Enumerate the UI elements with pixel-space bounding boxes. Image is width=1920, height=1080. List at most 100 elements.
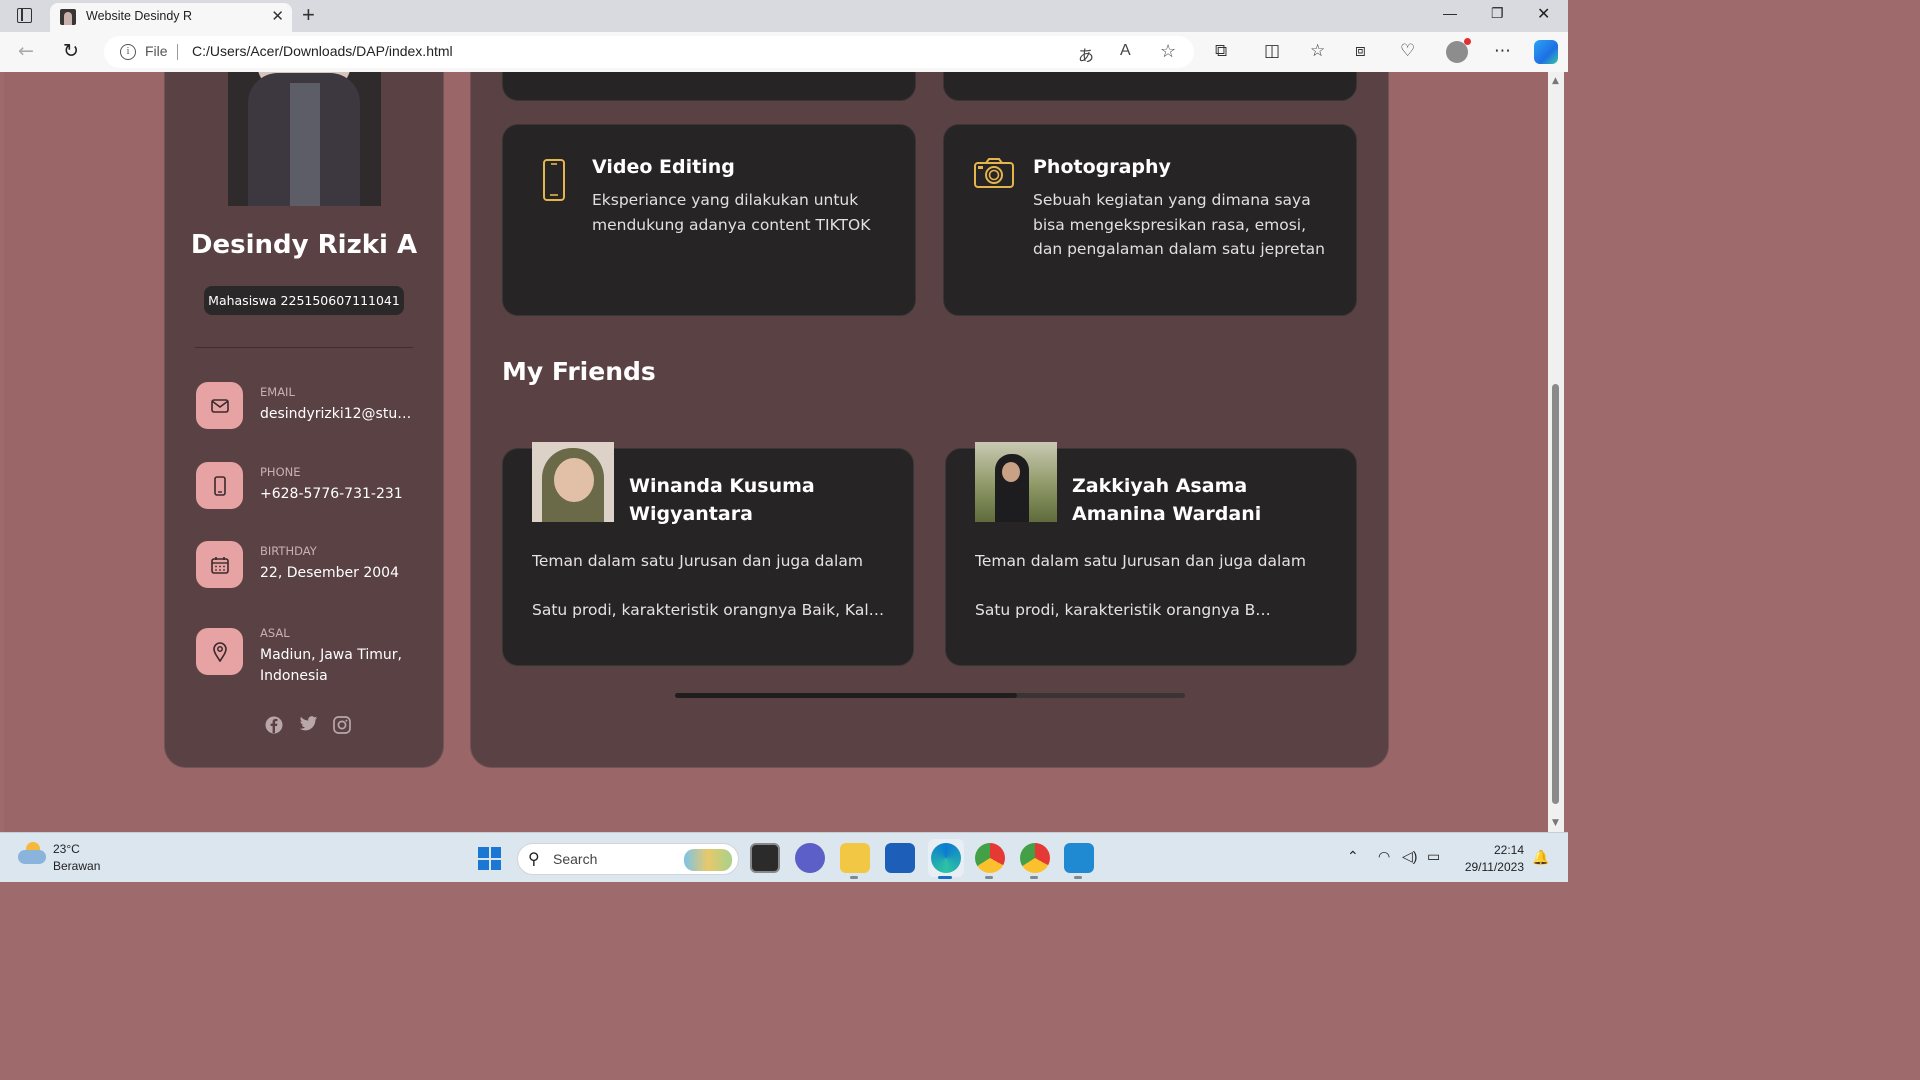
profile-avatar[interactable]	[1446, 38, 1471, 63]
new-tab-icon[interactable]: +	[302, 2, 315, 28]
friend-photo	[532, 442, 614, 522]
favorite-star-icon[interactable]: ☆	[1160, 41, 1176, 62]
browser-tab[interactable]: Website Desindy R ✕	[50, 3, 292, 32]
tab-title: Website Desindy R	[86, 9, 193, 23]
running-indicator	[985, 876, 993, 879]
mail-icon	[196, 382, 243, 429]
contact-value[interactable]: +628-5776-731-231	[260, 484, 415, 505]
friends-slider-scrollbar[interactable]	[675, 693, 1185, 698]
contact-value: Madiun, Jawa Timur, Indonesia	[260, 647, 402, 684]
main-content-panel: Video Editing Eksperiance yang dilakukan…	[470, 72, 1389, 768]
volume-icon[interactable]: ◁)	[1402, 848, 1417, 865]
contact-origin: ASAL Madiun, Jawa Timur, Indonesia	[196, 626, 436, 688]
location-icon	[196, 628, 243, 675]
contact-value[interactable]: desindyrizki12@stud...	[260, 404, 415, 425]
twitter-icon[interactable]	[299, 716, 318, 736]
battery-icon[interactable]: ▭	[1427, 848, 1440, 865]
close-window-icon[interactable]: ✕	[1537, 4, 1550, 24]
address-toolbar: ← ↻ i File C:/Users/Acer/Downloads/DAP/i…	[0, 32, 1568, 72]
translate-icon[interactable]: あ	[1078, 42, 1094, 66]
running-indicator	[1030, 876, 1038, 879]
restore-icon[interactable]: ❐	[1491, 5, 1504, 22]
notification-bell-icon[interactable]: 🔔	[1532, 849, 1549, 866]
chrome-profile-icon[interactable]	[1020, 843, 1050, 873]
back-icon[interactable]: ←	[18, 40, 34, 62]
chevron-up-icon[interactable]: ⌃	[1347, 848, 1359, 865]
page-scrollbar[interactable]: ▲ ▼	[1548, 72, 1564, 832]
service-card-photography: Photography Sebuah kegiatan yang dimana …	[943, 124, 1357, 316]
friend-description: Satu prodi, karakteristik orangnya Baik,…	[532, 601, 892, 619]
tab-actions-icon[interactable]	[17, 8, 32, 23]
sidebar-divider	[195, 347, 413, 348]
extensions-icon[interactable]: ⧉	[1215, 41, 1227, 61]
scroll-down-arrow-icon[interactable]: ▼	[1552, 818, 1559, 828]
read-aloud-icon[interactable]: A	[1120, 42, 1131, 60]
contact-label: ASAL	[260, 626, 290, 640]
wifi-icon[interactable]: ◠	[1378, 848, 1390, 865]
minimize-icon[interactable]: —	[1443, 5, 1457, 21]
profile-photo	[228, 72, 381, 206]
page-scroll-thumb[interactable]	[1552, 384, 1559, 804]
contact-email: EMAIL desindyrizki12@stud...	[196, 382, 436, 442]
contact-birthday: BIRTHDAY 22, Desember 2004	[196, 541, 436, 601]
browser-tab-bar: Website Desindy R ✕ + — ❐ ✕	[0, 0, 1568, 32]
weather-temperature[interactable]: 23°C	[53, 842, 80, 856]
copilot-icon[interactable]	[1534, 40, 1558, 64]
file-label: File	[145, 43, 168, 59]
file-explorer-icon[interactable]	[840, 843, 870, 873]
service-title: Video Editing	[592, 156, 735, 178]
info-icon[interactable]: i	[120, 44, 136, 60]
url-text[interactable]: C:/Users/Acer/Downloads/DAP/index.html	[192, 43, 453, 59]
tab-close-icon[interactable]: ✕	[271, 7, 284, 25]
running-indicator	[1074, 876, 1082, 879]
slider-thumb[interactable]	[675, 693, 1017, 698]
weather-cloud-icon[interactable]	[18, 842, 46, 864]
system-clock[interactable]: 22:14 29/11/2023	[1465, 842, 1524, 876]
calendar-icon	[196, 541, 243, 588]
edge-icon[interactable]	[931, 843, 961, 873]
vscode-icon[interactable]	[1064, 843, 1094, 873]
contact-label: PHONE	[260, 465, 301, 479]
friends-section-title: My Friends	[502, 357, 656, 386]
friend-name: Zakkiyah Asama Amanina Wardani	[1072, 475, 1262, 525]
friend-card[interactable]: Winanda Kusuma Wigyantara Teman dalam sa…	[502, 442, 914, 666]
omni-divider	[177, 44, 178, 60]
weather-description[interactable]: Berawan	[53, 859, 100, 873]
refresh-icon[interactable]: ↻	[63, 40, 79, 62]
chrome-icon[interactable]	[975, 843, 1005, 873]
split-screen-icon[interactable]: ◫	[1264, 41, 1280, 61]
instagram-icon[interactable]	[333, 716, 351, 738]
favorites-icon[interactable]: ☆	[1310, 41, 1325, 61]
tab-favicon	[60, 9, 76, 25]
teams-chat-icon[interactable]	[795, 843, 825, 873]
facebook-icon[interactable]	[265, 716, 283, 738]
contact-label: EMAIL	[260, 385, 295, 399]
friend-description: Teman dalam satu Jurusan dan juga dalam	[532, 552, 863, 570]
browser-essentials-icon[interactable]: ♡	[1400, 41, 1415, 61]
friend-card[interactable]: Zakkiyah Asama Amanina Wardani Teman dal…	[945, 442, 1357, 666]
search-placeholder: Search	[553, 851, 598, 867]
profile-sidebar: Desindy Rizki A Mahasiswa 22515060711104…	[164, 72, 444, 768]
microsoft-store-icon[interactable]	[885, 843, 915, 873]
service-card-video-editing: Video Editing Eksperiance yang dilakukan…	[502, 124, 916, 316]
collections-icon[interactable]: ⧈	[1355, 41, 1366, 61]
scroll-up-arrow-icon[interactable]: ▲	[1552, 76, 1559, 86]
taskbar-search-box[interactable]: ⚲ Search	[517, 843, 739, 875]
service-card-partial	[502, 72, 916, 101]
phone-icon	[196, 462, 243, 509]
start-windows-icon[interactable]	[478, 847, 501, 870]
search-highlight-image	[684, 849, 732, 871]
clock-time: 22:14	[1493, 843, 1524, 857]
search-icon: ⚲	[528, 849, 540, 868]
service-description: Sebuah kegiatan yang dimana saya bisa me…	[1033, 191, 1325, 258]
more-menu-icon[interactable]: ⋯	[1494, 41, 1511, 61]
contact-label: BIRTHDAY	[260, 544, 317, 558]
service-title: Photography	[1033, 156, 1171, 178]
friend-description: Satu prodi, karakteristik orangnya Baik,…	[975, 601, 1275, 619]
task-view-icon[interactable]	[750, 843, 780, 873]
active-indicator	[938, 876, 952, 879]
address-bar[interactable]: i File C:/Users/Acer/Downloads/DAP/index…	[104, 36, 1194, 68]
contact-value: 22, Desember 2004	[260, 565, 399, 581]
running-indicator	[850, 876, 858, 879]
service-description: Eksperiance yang dilakukan untuk menduku…	[592, 191, 871, 234]
